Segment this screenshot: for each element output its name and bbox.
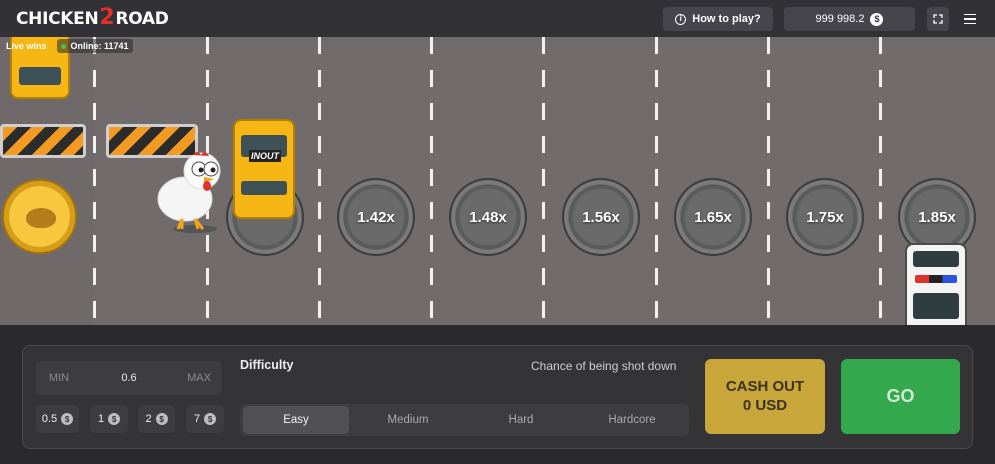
cash-out-label: CASH OUT bbox=[725, 377, 805, 395]
lane-divider bbox=[93, 37, 96, 325]
coin-icon: $ bbox=[108, 413, 121, 425]
police-car bbox=[905, 243, 967, 325]
logo-text-right: ROAD bbox=[115, 9, 169, 29]
quick-bet-button[interactable]: 1 $ bbox=[90, 405, 128, 433]
logo-text-left: CHICKEN bbox=[16, 9, 99, 29]
difficulty-tab-hardcore[interactable]: Hardcore bbox=[578, 406, 686, 434]
difficulty-tab-hard[interactable]: Hard bbox=[465, 406, 577, 434]
go-button[interactable]: GO bbox=[841, 359, 960, 434]
difficulty-tab-medium[interactable]: Medium bbox=[352, 406, 464, 434]
online-count: Online: 11741 bbox=[70, 41, 129, 51]
quick-bet-value: 1 bbox=[97, 413, 105, 425]
logo-number: 2 bbox=[99, 5, 115, 30]
coin-icon: $ bbox=[204, 413, 217, 425]
multiplier-tile[interactable]: 1.42x bbox=[337, 178, 415, 256]
bet-amount-control: MIN 0.6 MAX bbox=[36, 361, 222, 395]
online-counter: Online: 11741 bbox=[56, 39, 133, 53]
inout-car: INOUT bbox=[233, 119, 295, 219]
how-to-play-label: How to play? bbox=[692, 13, 761, 25]
chicken-emblem-icon bbox=[26, 208, 56, 228]
multiplier-tile[interactable]: 1.48x bbox=[449, 178, 527, 256]
menu-button[interactable] bbox=[960, 9, 980, 29]
lane-divider bbox=[318, 37, 321, 325]
multiplier-value: 1.65x bbox=[694, 208, 732, 226]
live-info-bar: Live wins Online: 11741 bbox=[6, 38, 133, 54]
fullscreen-icon bbox=[933, 14, 943, 24]
cash-out-amount: 0 USD bbox=[742, 396, 788, 414]
chicken-player bbox=[155, 149, 235, 233]
start-coin-icon bbox=[2, 179, 77, 254]
lane-divider bbox=[542, 37, 545, 325]
chance-label: Chance of being shot down bbox=[531, 359, 677, 373]
live-wins-label: Live wins bbox=[6, 41, 47, 51]
quick-bet-button[interactable]: 2 $ bbox=[138, 405, 175, 433]
balance-display: 999 998.2 $ bbox=[784, 7, 915, 31]
quick-bet-value: 2 bbox=[145, 413, 152, 425]
coin-icon: $ bbox=[870, 12, 884, 26]
lane-divider bbox=[767, 37, 770, 325]
difficulty-tab-easy[interactable]: Easy bbox=[243, 406, 349, 434]
how-to-play-button[interactable]: i How to play? bbox=[663, 7, 773, 31]
max-bet-button[interactable]: MAX bbox=[176, 361, 222, 395]
lane-divider bbox=[430, 37, 433, 325]
multiplier-tile[interactable]: 1.56x bbox=[562, 178, 640, 256]
fullscreen-button[interactable] bbox=[927, 7, 949, 31]
chicken-icon bbox=[157, 152, 221, 233]
quick-bet-value: 7 bbox=[193, 413, 201, 425]
multiplier-value: 1.56x bbox=[582, 208, 620, 226]
cash-out-button[interactable]: CASH OUT 0 USD bbox=[705, 359, 825, 434]
bet-amount-input[interactable]: 0.6 bbox=[82, 361, 176, 395]
multiplier-tile[interactable]: 1.75x bbox=[786, 178, 864, 256]
min-bet-button[interactable]: MIN bbox=[36, 361, 82, 395]
road-barrier bbox=[0, 124, 86, 158]
multiplier-tile[interactable]: 1.65x bbox=[674, 178, 752, 256]
car-logo: INOUT bbox=[249, 150, 281, 162]
game-logo: CHICKEN 2 ROAD bbox=[16, 7, 169, 31]
quick-bet-button[interactable]: 0.5 $ bbox=[36, 405, 79, 433]
top-bar: CHICKEN 2 ROAD i How to play? 999 998.2 … bbox=[0, 0, 995, 37]
balance-value: 999 998.2 bbox=[815, 13, 865, 25]
lane-divider bbox=[655, 37, 658, 325]
siren-light bbox=[915, 275, 957, 283]
quick-bet-button[interactable]: 7 $ bbox=[186, 405, 224, 433]
multiplier-value: 1.48x bbox=[469, 208, 507, 226]
menu-icon bbox=[964, 13, 976, 16]
multiplier-value: 1.42x bbox=[357, 208, 395, 226]
multiplier-value: 1.85x bbox=[918, 208, 956, 226]
coin-icon: $ bbox=[155, 413, 168, 425]
quick-bet-value: 0.5 bbox=[41, 413, 58, 425]
online-status-icon bbox=[60, 43, 66, 49]
info-icon: i bbox=[675, 13, 687, 25]
multiplier-value: 1.75x bbox=[806, 208, 844, 226]
difficulty-title: Difficulty bbox=[240, 358, 294, 372]
game-screen: CHICKEN 2 ROAD i How to play? 999 998.2 … bbox=[0, 0, 995, 464]
difficulty-selector: Easy Medium Hard Hardcore bbox=[240, 404, 689, 436]
coin-icon: $ bbox=[61, 413, 74, 425]
road-area: INOUT 1.42x 1.48x 1.56x 1.65x 1.75x 1.85… bbox=[0, 37, 995, 325]
lane-divider bbox=[879, 37, 882, 325]
